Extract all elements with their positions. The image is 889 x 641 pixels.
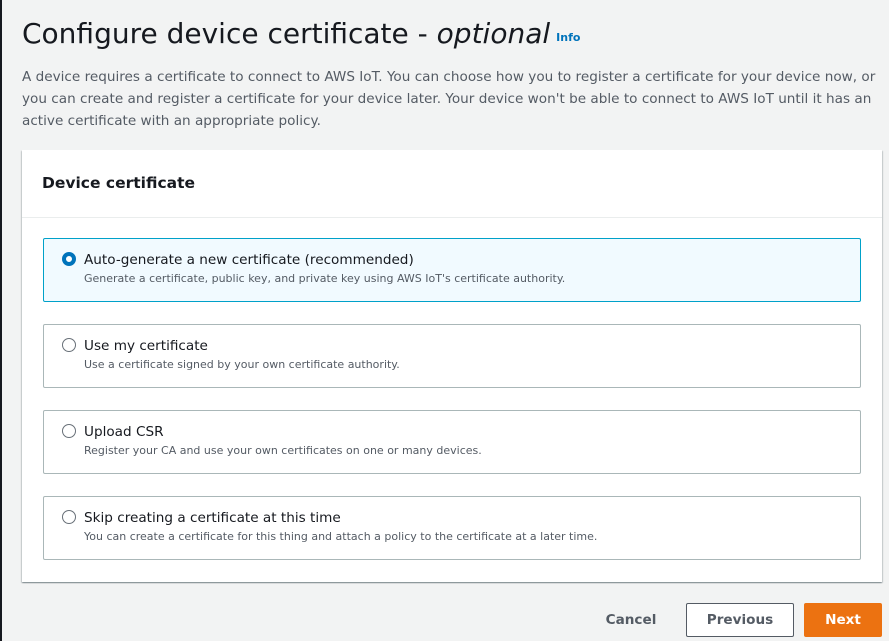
window-left-edge (0, 0, 2, 641)
info-link[interactable]: Info (556, 31, 580, 44)
device-certificate-container: Device certificate Auto-generate a new c… (22, 150, 882, 582)
radio-button[interactable] (62, 510, 76, 524)
option-label: Upload CSR (84, 424, 164, 440)
option-description: You can create a certificate for this th… (84, 530, 598, 543)
container-title: Device certificate (42, 174, 196, 192)
option-description: Generate a certificate, public key, and … (84, 272, 566, 285)
option-label: Use my certificate (84, 338, 208, 354)
page-title: Configure device certificate - optional I… (22, 16, 882, 56)
option-upload-csr[interactable]: Upload CSR Register your CA and use your… (43, 410, 861, 474)
container-header: Device certificate (22, 150, 882, 218)
option-label: Auto-generate a new certificate (recomme… (84, 252, 414, 268)
previous-button[interactable]: Previous (686, 603, 794, 637)
option-auto-generate[interactable]: Auto-generate a new certificate (recomme… (43, 238, 861, 302)
radio-button[interactable] (62, 424, 76, 438)
option-use-my-certificate[interactable]: Use my certificate Use a certificate sig… (43, 324, 861, 388)
next-button[interactable]: Next (804, 603, 882, 637)
page-description: A device requires a certificate to conne… (22, 69, 876, 129)
cancel-button[interactable]: Cancel (586, 603, 676, 637)
page-title-main: Configure device certificate - (22, 17, 437, 50)
option-skip-certificate[interactable]: Skip creating a certificate at this time… (43, 496, 861, 560)
option-label: Skip creating a certificate at this time (84, 510, 341, 526)
form-actions: Cancel Previous Next (586, 603, 882, 637)
radio-button-selected[interactable] (62, 252, 76, 266)
radio-button[interactable] (62, 338, 76, 352)
page-header: Configure device certificate - optional I… (22, 16, 882, 132)
option-description: Register your CA and use your own certif… (84, 444, 482, 457)
page-title-optional: optional (436, 17, 551, 50)
option-description: Use a certificate signed by your own cer… (84, 358, 400, 371)
